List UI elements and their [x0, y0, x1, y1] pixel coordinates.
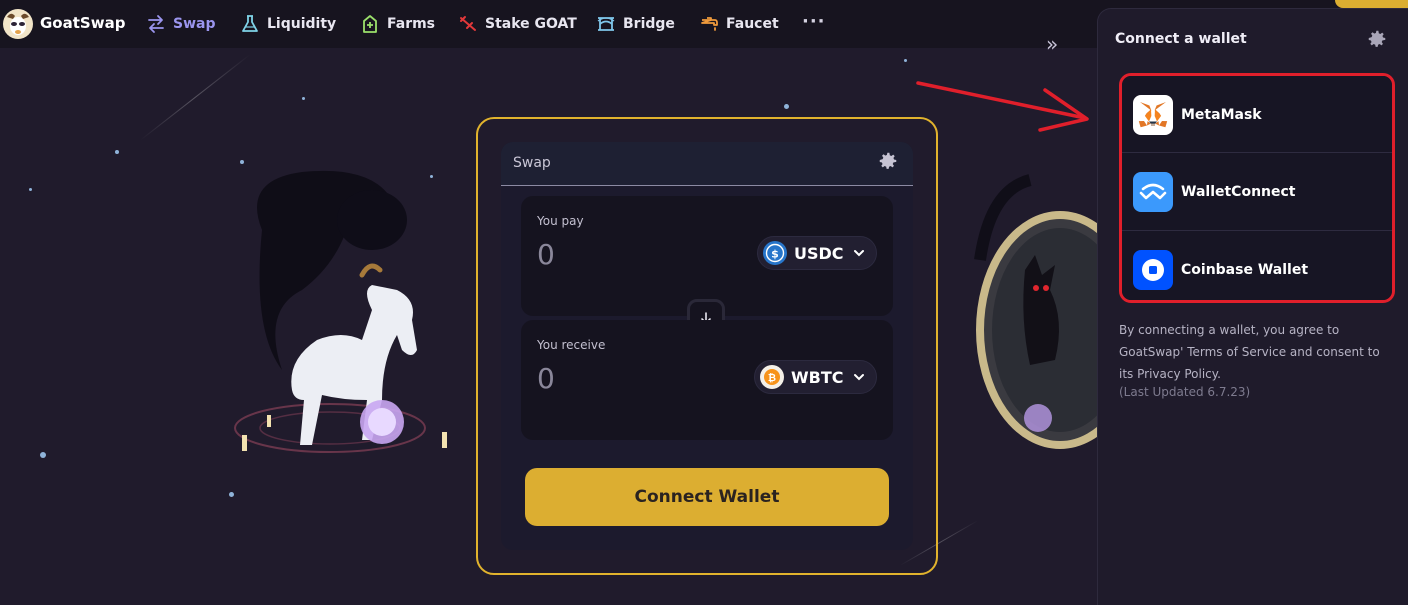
- mirror-illustration: [974, 174, 1098, 449]
- wallet-name-metamask: MetaMask: [1181, 107, 1262, 123]
- coinbase-wallet-icon: [1133, 250, 1173, 290]
- stake-icon: [460, 16, 476, 31]
- nav-stake-goat-label: Stake GOAT: [485, 16, 577, 32]
- chevron-down-icon: [853, 250, 864, 257]
- nav-more-icon[interactable]: ···: [802, 11, 826, 32]
- receive-box: You receive ₿ WBTC: [521, 320, 893, 440]
- flask-icon: [242, 15, 258, 32]
- wallet-name-coinbase-wallet: Coinbase Wallet: [1181, 262, 1309, 278]
- pay-amount-input[interactable]: [537, 234, 717, 274]
- annotation-arrow-icon: [916, 81, 1089, 132]
- faucet-icon: [701, 17, 718, 31]
- pay-box: You pay $ USDC: [521, 196, 893, 316]
- wallet-option-walletconnect[interactable]: WalletConnect: [1122, 153, 1392, 231]
- connect-wallet-button[interactable]: Connect Wallet: [525, 468, 889, 526]
- shooting-star: [139, 53, 251, 141]
- wallet-option-metamask[interactable]: MetaMask: [1122, 76, 1392, 154]
- nav-bridge[interactable]: Bridge: [596, 13, 675, 35]
- walletconnect-icon: [1133, 172, 1173, 212]
- wallet-options-list: MetaMask WalletConnect Coinbase Wallet: [1119, 73, 1395, 303]
- star-dot: [40, 452, 46, 458]
- nav-stake-goat[interactable]: Stake GOAT: [458, 13, 577, 35]
- brand-name[interactable]: GoatSwap: [40, 14, 125, 32]
- receive-amount-input[interactable]: [537, 358, 717, 398]
- goat-illustration: [234, 170, 447, 453]
- bridge-icon: [597, 17, 615, 31]
- nav-swap-label: Swap: [173, 16, 216, 32]
- receive-token-symbol: WBTC: [791, 367, 844, 387]
- settings-gear-icon[interactable]: [1366, 28, 1388, 50]
- terms-consent-text: By connecting a wallet, you agree to Goa…: [1119, 323, 1380, 381]
- nav-bridge-label: Bridge: [623, 16, 675, 32]
- nav-liquidity[interactable]: Liquidity: [240, 13, 336, 35]
- receive-label: You receive: [537, 338, 606, 352]
- top-right-accent-button[interactable]: [1335, 0, 1408, 8]
- nav-faucet-label: Faucet: [726, 16, 779, 32]
- farm-plant-icon: [363, 15, 377, 33]
- pay-token-select[interactable]: $ USDC: [757, 236, 877, 270]
- metamask-fox-icon: [1133, 95, 1173, 135]
- usdc-token-icon: $: [763, 241, 787, 265]
- collapse-drawer-icon[interactable]: »: [1046, 32, 1058, 56]
- star-dot: [229, 492, 234, 497]
- goatswap-logo-icon[interactable]: [2, 8, 34, 40]
- pay-label: You pay: [537, 214, 584, 228]
- star-dot: [784, 104, 789, 109]
- drawer-title: Connect a wallet: [1115, 31, 1247, 47]
- pay-token-symbol: USDC: [794, 243, 844, 263]
- wbtc-token-icon: ₿: [760, 365, 784, 389]
- connect-wallet-drawer: Connect a wallet MetaMask WalletConnect …: [1097, 8, 1408, 605]
- star-dot: [302, 97, 305, 100]
- nav-swap[interactable]: Swap: [146, 13, 216, 35]
- swap-header: Swap: [501, 142, 913, 186]
- nav-farms-label: Farms: [387, 16, 436, 32]
- nav-farms[interactable]: Farms: [360, 13, 435, 35]
- chevron-down-icon: [853, 374, 864, 381]
- receive-token-select[interactable]: ₿ WBTC: [754, 360, 877, 394]
- svg-text:₿: ₿: [768, 372, 776, 384]
- last-updated-text: (Last Updated 6.7.23): [1119, 385, 1251, 399]
- swap-title: Swap: [513, 155, 551, 171]
- svg-text:$: $: [771, 248, 779, 261]
- settings-gear-icon[interactable]: [877, 150, 899, 172]
- star-dot: [115, 150, 119, 154]
- wallet-option-coinbase-wallet[interactable]: Coinbase Wallet: [1122, 231, 1392, 300]
- swap-panel: Swap You pay $ USDC You receive ₿: [501, 142, 913, 550]
- star-dot: [904, 59, 907, 62]
- star-dot: [29, 188, 32, 191]
- wallet-name-walletconnect: WalletConnect: [1181, 184, 1296, 200]
- nav-liquidity-label: Liquidity: [267, 16, 337, 32]
- swap-arrows-icon: [148, 15, 164, 33]
- nav-faucet[interactable]: Faucet: [699, 13, 779, 35]
